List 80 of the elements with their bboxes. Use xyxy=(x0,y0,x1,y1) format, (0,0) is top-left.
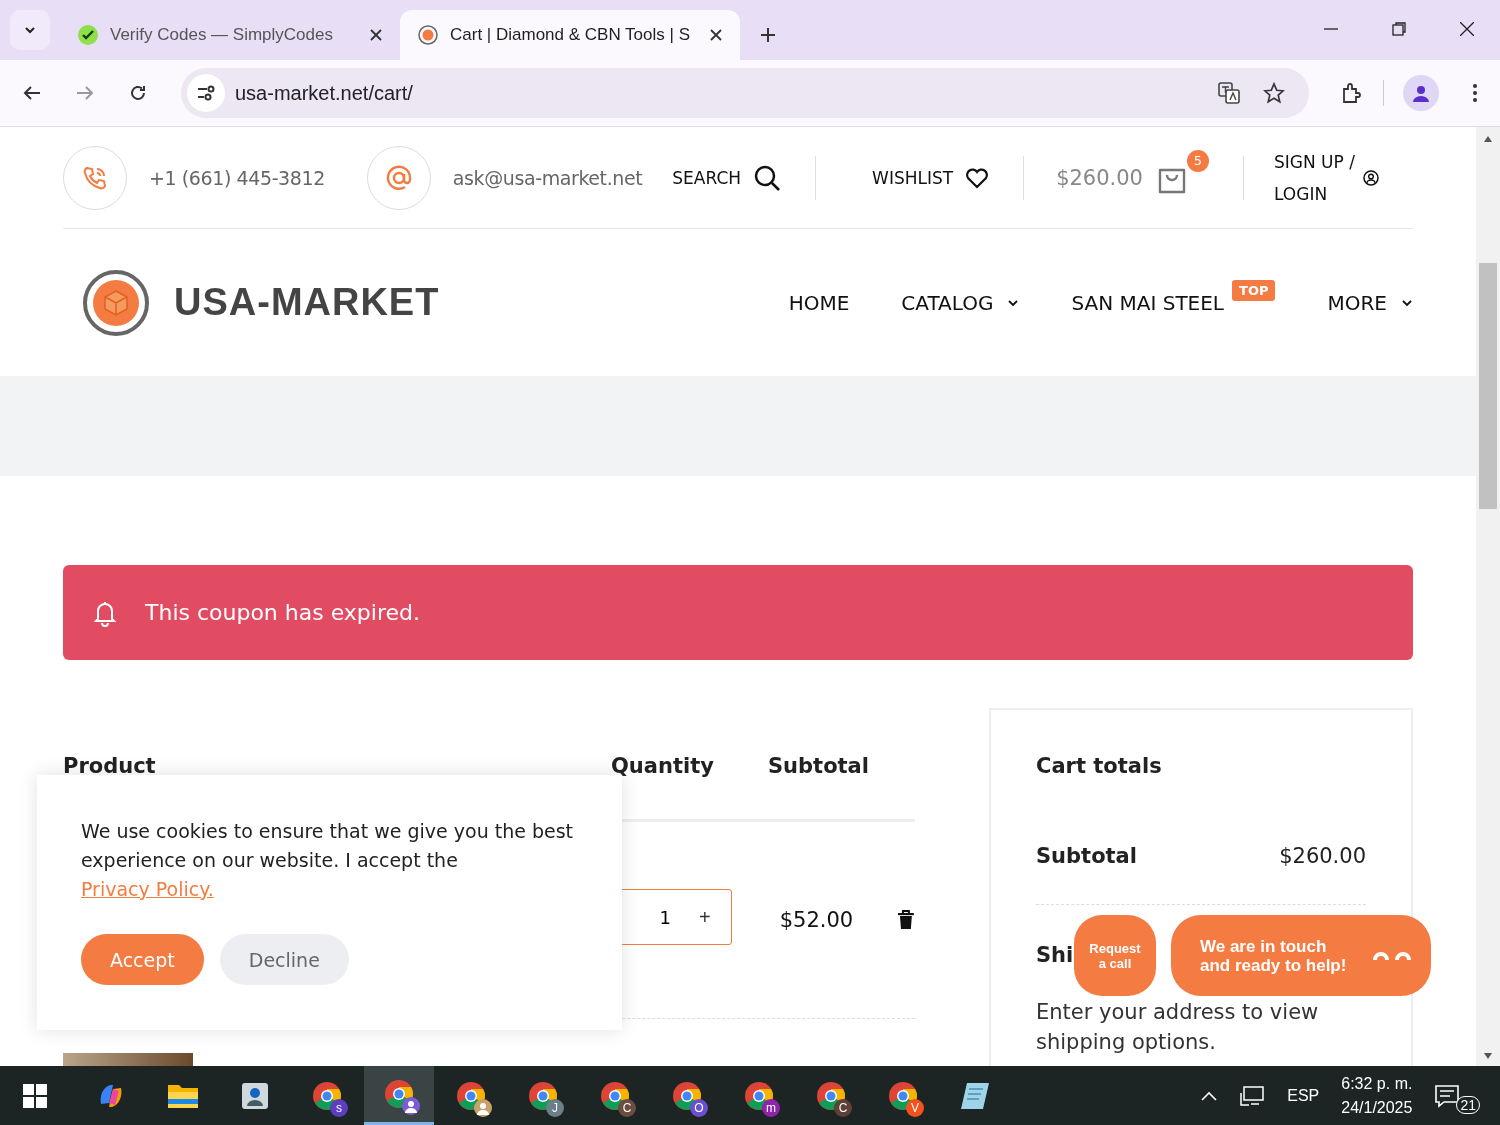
taskbar-app[interactable]: s xyxy=(292,1066,362,1125)
column-header: Subtotal xyxy=(768,754,869,778)
profile-avatar[interactable] xyxy=(1403,75,1439,111)
close-icon[interactable] xyxy=(370,29,382,41)
notification-center-icon[interactable] xyxy=(1434,1083,1461,1108)
cube-logo-icon xyxy=(418,25,438,45)
clock-date[interactable]: 24/1/2025 xyxy=(1341,1095,1413,1120)
shipping-label: Shi xyxy=(1036,943,1074,967)
windows-start-icon[interactable] xyxy=(22,1082,48,1109)
column-header: Quantity xyxy=(611,754,714,778)
site-logo-text[interactable]: USA-MARKET xyxy=(174,281,440,324)
nav-link[interactable]: MORE xyxy=(1327,290,1387,315)
browser-icon xyxy=(744,1080,774,1111)
email-address[interactable]: ask@usa-market.net xyxy=(452,166,643,189)
quantity-value: 1 xyxy=(659,906,671,928)
taskbar-app[interactable]: m xyxy=(724,1066,794,1125)
tab-title: Cart | Diamond & CBN Tools | S xyxy=(450,25,691,45)
phone-number[interactable]: +1 (661) 445-3812 xyxy=(149,166,325,189)
extensions-icon[interactable] xyxy=(1340,81,1364,105)
browser-icon xyxy=(312,1080,342,1111)
taskbar-app[interactable]: C xyxy=(580,1066,650,1125)
browser-tab[interactable]: Verify Codes — SimplyCodes xyxy=(60,10,400,60)
browser-icon xyxy=(672,1080,702,1111)
subtotal-value: $260.00 xyxy=(1279,844,1366,868)
input-language[interactable]: ESP xyxy=(1287,1086,1320,1105)
user-icon[interactable] xyxy=(1362,169,1379,186)
taskbar-app[interactable]: J xyxy=(508,1066,578,1125)
id-card-icon xyxy=(240,1080,270,1111)
notepad-icon xyxy=(959,1080,991,1111)
scroll-down-icon[interactable] xyxy=(1483,1052,1493,1060)
top-badge: TOP xyxy=(1232,280,1276,301)
clock-time[interactable]: 6:32 p. m. xyxy=(1341,1071,1413,1096)
sign-up-login-link[interactable]: SIGN UP / LOGIN xyxy=(1274,145,1355,210)
cart-totals-title: Cart totals xyxy=(1036,754,1163,778)
search-icon xyxy=(753,163,782,192)
address-bar[interactable]: usa-market.net/cart/ xyxy=(181,68,1309,118)
taskbar-app[interactable]: O xyxy=(652,1066,722,1125)
close-icon[interactable] xyxy=(710,29,722,41)
tab-title: Verify Codes — SimplyCodes xyxy=(110,25,334,45)
browser-icon xyxy=(816,1080,846,1111)
decline-button[interactable]: Decline xyxy=(219,934,349,985)
site-settings-icon[interactable] xyxy=(187,74,225,112)
nav-link[interactable]: HOME xyxy=(788,290,850,315)
trash-icon[interactable] xyxy=(897,910,915,930)
browser-icon xyxy=(600,1080,630,1111)
check-badge-icon xyxy=(78,25,98,45)
browser-tab[interactable]: Cart | Diamond & CBN Tools | S xyxy=(400,10,740,60)
heart-icon xyxy=(965,166,990,189)
cart-count-badge: 5 xyxy=(1187,149,1209,172)
search-button[interactable]: SEARCH xyxy=(672,163,782,192)
column-header: Product xyxy=(63,754,156,778)
alert-message: This coupon has expired. xyxy=(145,600,420,625)
wishlist-button[interactable]: WISHLIST xyxy=(872,166,990,189)
chat-message: We are in touch and ready to help! xyxy=(1200,936,1348,975)
cookie-message: We use cookies to ensure that we give you the best experience on our website. I accept the Privacy Policy. xyxy=(81,819,575,902)
row-subtotal: $52.00 xyxy=(779,908,854,932)
scrollbar[interactable] xyxy=(1476,127,1500,1066)
notification-count: 21 xyxy=(1456,1095,1480,1114)
close-icon[interactable] xyxy=(1460,22,1474,36)
new-tab-icon[interactable] xyxy=(760,27,776,43)
cart-total[interactable]: $260.00 xyxy=(1056,165,1143,190)
reload-icon[interactable] xyxy=(128,83,148,103)
browser-icon xyxy=(888,1080,918,1111)
nav-link[interactable]: SAN MAI STEEL xyxy=(1071,290,1224,315)
increment-button[interactable]: + xyxy=(699,905,711,929)
subtotal-label: Subtotal xyxy=(1036,844,1137,868)
restore-icon[interactable] xyxy=(1392,22,1406,36)
scrollbar-thumb[interactable] xyxy=(1479,263,1497,509)
nav-link[interactable]: CATALOG xyxy=(901,290,994,315)
cube-logo-icon[interactable] xyxy=(82,268,150,337)
shipping-note: Enter your address to view shipping options. xyxy=(1036,999,1320,1056)
chevron-up-icon[interactable] xyxy=(1201,1090,1218,1101)
menu-icon[interactable] xyxy=(1472,83,1478,103)
taskbar-app[interactable] xyxy=(364,1066,434,1125)
url-text: usa-market.net/cart/ xyxy=(235,81,413,105)
network-monitor-icon[interactable] xyxy=(1239,1084,1266,1107)
taskbar-app[interactable]: C xyxy=(796,1066,866,1125)
scroll-up-icon[interactable] xyxy=(1483,135,1493,143)
star-icon[interactable] xyxy=(1263,82,1285,104)
translate-icon[interactable] xyxy=(1217,81,1241,105)
